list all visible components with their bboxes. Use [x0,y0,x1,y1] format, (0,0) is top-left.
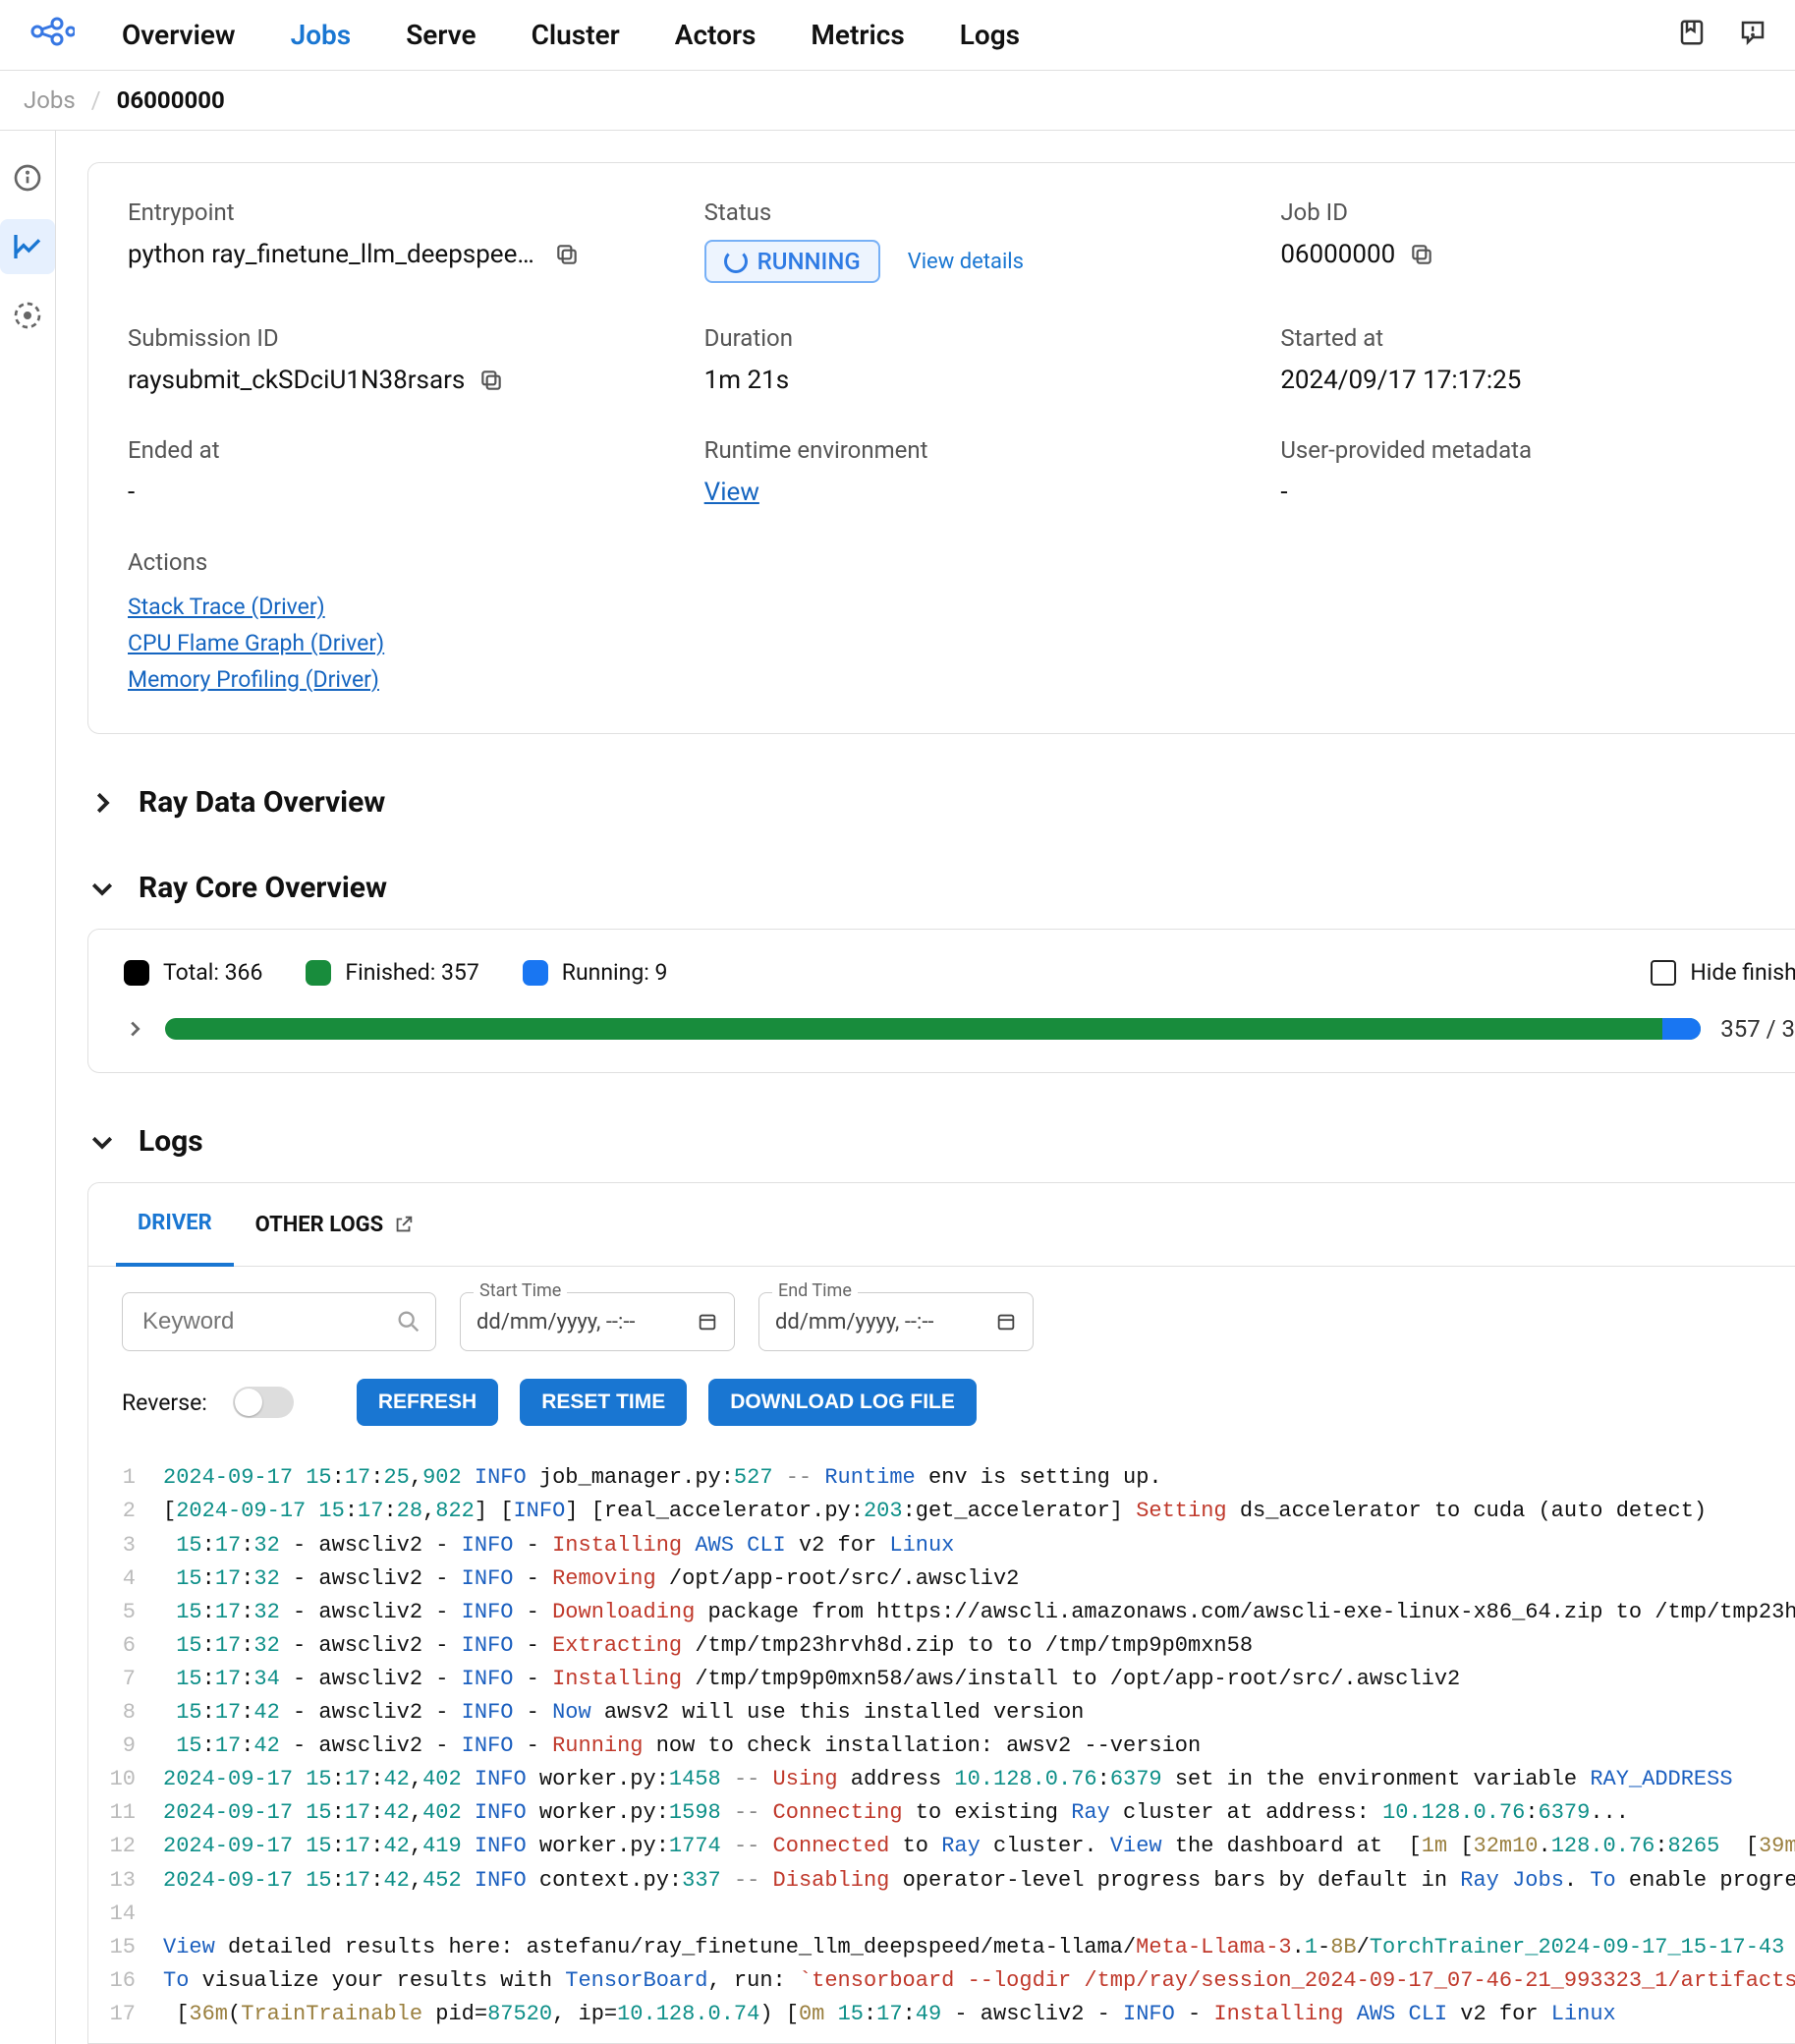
log-line: 15View detailed results here: astefanu/r… [108,1931,1795,1964]
submission-value: raysubmit_ckSDciU1N38rsars [128,366,465,395]
finished-swatch [306,960,331,986]
hide-finished-checkbox[interactable]: Hide finished [1651,959,1795,986]
left-rail [0,131,56,2044]
log-line: 132024-09-17 15:17:42,452 INFO context.p… [108,1864,1795,1898]
log-line: 17 [36m(TrainTrainable pid=87520, ip=10.… [108,1998,1795,2031]
log-line: 122024-09-17 15:17:42,419 INFO worker.py… [108,1830,1795,1863]
running-swatch [523,960,548,986]
total-label: Total: 366 [163,959,262,986]
actions-label: Actions [128,548,1795,576]
progress-bar [165,1018,1701,1040]
log-line: 6 15:17:32 - awscliv2 - INFO - Extractin… [108,1629,1795,1663]
other-logs-tab[interactable]: OTHER LOGS [234,1185,436,1265]
finished-label: Finished: 357 [345,959,478,986]
entrypoint-value: python ray_finetune_llm_deepspeed.py --m… [128,240,540,269]
ray-data-section-header[interactable]: Ray Data Overview [87,785,1795,820]
submission-label: Submission ID [128,324,665,352]
jobid-value: 06000000 [1280,240,1395,269]
status-label: Status [704,199,1242,226]
logs-section-header[interactable]: Logs [87,1124,1795,1159]
log-output: 12024-09-17 15:17:25,902 INFO job_manage… [88,1453,1795,2043]
calendar-icon [995,1311,1017,1333]
logs-card: DRIVER OTHER LOGS Start Time dd/mm/yyyy,… [87,1182,1795,2044]
view-details-link[interactable]: View details [908,250,1024,274]
duration-value: 1m 21s [704,366,1242,395]
rail-refresh-icon[interactable] [0,288,55,343]
refresh-button[interactable]: REFRESH [357,1379,498,1426]
copy-icon[interactable] [478,368,504,393]
chevron-down-icon [87,874,117,903]
log-line: 16To visualize your results with TensorB… [108,1964,1795,1998]
runtime-env-link[interactable]: View [704,478,759,507]
nav-cluster[interactable]: Cluster [532,19,620,51]
download-log-button[interactable]: DOWNLOAD LOG FILE [708,1379,977,1426]
job-meta-card: Entrypoint python ray_finetune_llm_deeps… [87,162,1795,734]
chevron-down-icon [87,1127,117,1157]
rail-chart-icon[interactable] [0,219,55,274]
started-label: Started at [1280,324,1795,352]
status-badge: RUNNING [704,240,880,283]
copy-icon[interactable] [554,242,580,267]
external-link-icon [393,1214,415,1235]
user-meta-value: - [1280,478,1795,507]
keyword-input[interactable] [122,1292,436,1351]
nav-logs[interactable]: Logs [960,19,1020,51]
log-line: 5 15:17:32 - awscliv2 - INFO - Downloadi… [108,1596,1795,1629]
driver-tab[interactable]: DRIVER [116,1183,234,1267]
ended-label: Ended at [128,436,665,464]
nav-serve[interactable]: Serve [406,19,476,51]
nav-metrics[interactable]: Metrics [811,19,904,51]
ray-core-section-header[interactable]: Ray Core Overview [87,871,1795,905]
reset-time-button[interactable]: RESET TIME [520,1379,687,1426]
total-swatch [124,960,149,986]
ray-logo [28,16,75,54]
nav-actors[interactable]: Actors [675,19,757,51]
reverse-toggle[interactable] [233,1387,294,1418]
end-time-input[interactable]: dd/mm/yyyy, --:-- [758,1292,1034,1351]
end-time-label: End Time [772,1280,858,1301]
spinner-icon [724,250,748,273]
started-value: 2024/09/17 17:17:25 [1280,366,1795,395]
log-line: 8 15:17:42 - awscliv2 - INFO - Now awsv2… [108,1696,1795,1730]
expand-progress-icon[interactable] [124,1018,145,1040]
progress-count: 357 / 366 [1720,1015,1795,1043]
log-line: 9 15:17:42 - awscliv2 - INFO - Running n… [108,1730,1795,1763]
log-line: 112024-09-17 15:17:42,402 INFO worker.py… [108,1796,1795,1830]
entrypoint-label: Entrypoint [128,199,665,226]
nav-jobs[interactable]: Jobs [291,19,352,51]
duration-label: Duration [704,324,1242,352]
runtime-env-label: Runtime environment [704,436,1242,464]
chevron-right-icon [87,788,117,818]
start-time-label: Start Time [474,1280,567,1301]
calendar-icon [697,1311,718,1333]
ray-core-card: Total: 366 Finished: 357 Running: 9 Hide… [87,929,1795,1073]
bookmark-icon[interactable] [1677,18,1707,53]
feedback-icon[interactable] [1738,18,1767,53]
search-icon [395,1308,422,1335]
breadcrumb-root[interactable]: Jobs [24,86,76,114]
running-label: Running: 9 [562,959,668,986]
log-line: 102024-09-17 15:17:42,402 INFO worker.py… [108,1763,1795,1796]
start-time-input[interactable]: dd/mm/yyyy, --:-- [460,1292,735,1351]
action-link[interactable]: CPU Flame Graph (Driver) [128,626,1795,662]
action-link[interactable]: Memory Profiling (Driver) [128,662,1795,699]
breadcrumb-current: 06000000 [117,86,225,114]
ended-value: - [128,478,665,507]
reverse-label: Reverse: [122,1390,207,1416]
log-line: 2[2024-09-17 15:17:28,822] [INFO] [real_… [108,1495,1795,1528]
breadcrumb: Jobs / 06000000 [0,71,1795,131]
copy-icon[interactable] [1409,242,1434,267]
log-line: 7 15:17:34 - awscliv2 - INFO - Installin… [108,1663,1795,1696]
log-line: 12024-09-17 15:17:25,902 INFO job_manage… [108,1461,1795,1495]
user-meta-label: User-provided metadata [1280,436,1795,464]
rail-info-icon[interactable] [0,150,55,205]
top-nav: Overview Jobs Serve Cluster Actors Metrics Log… [0,0,1795,71]
action-link[interactable]: Stack Trace (Driver) [128,590,1795,626]
nav-overview[interactable]: Overview [122,19,236,51]
log-line: 3 15:17:32 - awscliv2 - INFO - Installin… [108,1529,1795,1562]
jobid-label: Job ID [1280,199,1795,226]
log-line: 4 15:17:32 - awscliv2 - INFO - Removing … [108,1562,1795,1596]
log-line: 14 [108,1898,1795,1931]
